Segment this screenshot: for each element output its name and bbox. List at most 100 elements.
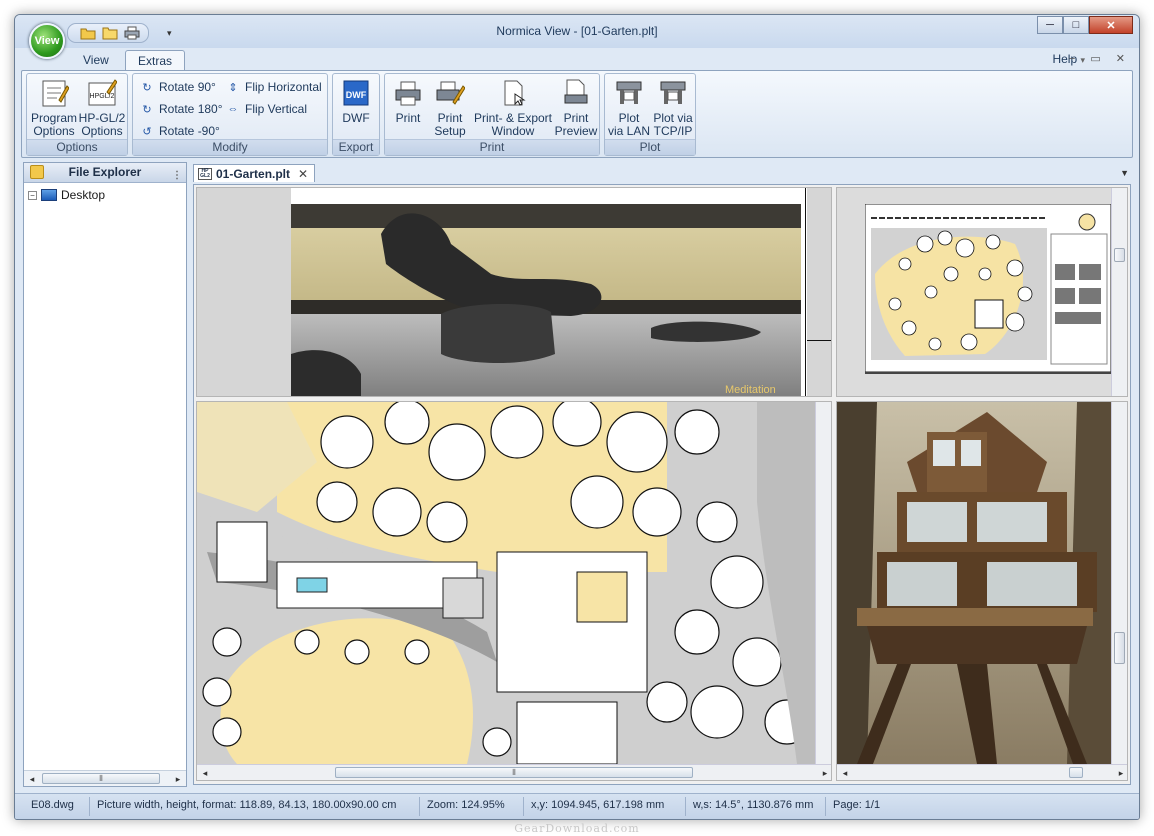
pane-garden-plan[interactable]: ◂ ⦀ ▸ (196, 401, 832, 781)
group-print-label: Print (385, 139, 599, 155)
hpgl2-options-icon: HPGL/2 (86, 77, 118, 109)
print-button[interactable]: Print (387, 77, 429, 125)
plan-overview-vertical-scrollbar[interactable] (1111, 188, 1127, 396)
treehouse-horizontal-scrollbar[interactable]: ◂ ▸ (837, 764, 1127, 780)
window-title: Normica View - [01-Garten.plt] (496, 24, 658, 38)
plot-via-tcpip-label-2: TCP/IP (653, 124, 693, 138)
print-export-window-icon (497, 77, 529, 109)
minimize-button[interactable]: ─ (1037, 16, 1063, 34)
photo-caption: Meditation (725, 384, 776, 396)
plan-horizontal-scrollbar[interactable]: ◂ ⦀ ▸ (197, 764, 831, 780)
printer-icon (392, 77, 424, 109)
hpgl2-options-button[interactable]: HPGL/2 HP-GL/2 Options (77, 77, 127, 138)
scroll-left-icon[interactable]: ◂ (24, 771, 40, 787)
tree-expander-icon[interactable]: − (28, 190, 37, 200)
program-options-button[interactable]: Program Options (29, 77, 79, 138)
rock-garden-photo (291, 204, 801, 396)
flip-horizontal-icon: ⇕ (228, 81, 238, 94)
status-divider (523, 797, 524, 816)
scrollbar-thumb[interactable] (1069, 767, 1083, 778)
group-options-label: Options (27, 139, 127, 155)
rotate-180-icon: ↻ (142, 103, 152, 116)
app-window: View ▾ Normica View - [01-Garten.plt] ─ … (14, 14, 1140, 820)
plot-via-tcpip-button[interactable]: Plot via TCP/IP (651, 77, 695, 138)
status-bar: E08.dwg Picture width, height, format: 1… (15, 793, 1139, 819)
print-setup-label-2: Setup (434, 124, 466, 138)
document-tab-label: 01-Garten.plt (216, 166, 291, 181)
group-export-label: Export (333, 139, 379, 155)
tab-list-dropdown-icon[interactable]: ▼ (1120, 168, 1129, 178)
close-button[interactable]: ✕ (1089, 16, 1133, 34)
close-tab-icon[interactable]: ✕ (298, 167, 308, 181)
status-picture-info: Picture width, height, format: 118.89, 8… (97, 799, 397, 811)
scroll-right-icon[interactable]: ▸ (817, 765, 831, 780)
group-options: Program Options HPGL/2 HP-GL/2 Options O… (26, 73, 128, 156)
plot-via-lan-button[interactable]: Plot via LAN (607, 77, 651, 138)
rotate-90-label: Rotate 90° (159, 80, 216, 94)
pane-treehouse[interactable]: ◂ ▸ (836, 401, 1128, 781)
group-modify: ↻ Rotate 90° ↻ Rotate 180° ↺ Rotate -90°… (132, 73, 328, 156)
scroll-right-icon[interactable]: ▸ (170, 771, 186, 787)
rotate-minus-90-icon: ↺ (142, 125, 152, 138)
plotter-tcpip-icon (657, 77, 689, 109)
mdi-controls[interactable]: − ▭ ✕ (1069, 52, 1131, 65)
app-orb-button[interactable]: View (29, 23, 65, 59)
rotate-180-label: Rotate 180° (159, 102, 223, 116)
plot-via-lan-label-2: via LAN (607, 124, 651, 138)
explorer-horizontal-scrollbar[interactable]: ◂ ⦀ ▸ (24, 770, 186, 786)
document-tab[interactable]: HP GL2 01-Garten.plt ✕ (193, 164, 316, 182)
scrollbar-thumb[interactable] (1114, 248, 1125, 262)
treehouse-vertical-scrollbar[interactable] (1111, 402, 1127, 764)
status-divider (685, 797, 686, 816)
rotate-minus-90-label: Rotate -90° (159, 124, 220, 138)
flip-horizontal-button[interactable]: ⇕ Flip Horizontal (225, 78, 322, 96)
print-preview-label-2: Preview (554, 124, 598, 138)
plotter-lan-icon (613, 77, 645, 109)
garden-plan-drawing (197, 402, 831, 764)
scroll-right-icon[interactable]: ▸ (1113, 765, 1127, 780)
status-zoom: Zoom: 124.95% (427, 799, 505, 811)
status-divider (825, 797, 826, 816)
print-preview-button[interactable]: Print Preview (553, 77, 599, 138)
pane-plan-overview[interactable] (836, 187, 1128, 397)
scroll-left-icon[interactable]: ◂ (197, 765, 213, 780)
group-plot-label: Plot (605, 139, 695, 155)
tree-item-desktop[interactable]: − Desktop (28, 188, 105, 202)
scrollbar-thumb[interactable]: ⦀ (335, 767, 693, 778)
group-export: DWF DWF Export (332, 73, 380, 156)
tab-view[interactable]: View (71, 50, 121, 71)
flip-horizontal-label: Flip Horizontal (245, 80, 322, 94)
pane-rock-garden[interactable]: Meditation (196, 187, 832, 397)
scrollbar-thumb[interactable] (1114, 632, 1125, 664)
scroll-left-icon[interactable]: ◂ (837, 765, 853, 780)
rotate-180-button[interactable]: ↻ Rotate 180° (139, 100, 223, 118)
status-page: Page: 1/1 (833, 799, 881, 811)
frame-line (807, 340, 831, 341)
flip-vertical-button[interactable]: ⇔ Flip Vertical (225, 100, 308, 118)
group-plot: Plot via LAN Plot via TCP/IP Plot (604, 73, 696, 156)
rotate-90-icon: ↻ (142, 81, 152, 94)
hpgl2-options-label-2: Options (81, 124, 123, 138)
plot-viewer[interactable]: Meditation ◂ ⦀ ▸ ◂ ▸ (193, 184, 1131, 785)
print-label: Print (395, 111, 421, 125)
scrollbar-thumb[interactable]: ⦀ (42, 773, 160, 784)
plan-vertical-scrollbar[interactable] (815, 402, 831, 764)
print-export-window-button[interactable]: Print- & Export Window (471, 77, 555, 138)
dwf-icon: DWF (340, 77, 372, 109)
dwf-export-button[interactable]: DWF DWF (333, 77, 379, 125)
tab-extras[interactable]: Extras (125, 50, 186, 71)
watermark: GearDownload.com (514, 822, 640, 835)
rotate-minus-90-button[interactable]: ↺ Rotate -90° (139, 122, 220, 140)
file-explorer-panel: File Explorer ⋮ − Desktop ◂ ⦀ ▸ (23, 162, 187, 787)
rotate-90-button[interactable]: ↻ Rotate 90° (139, 78, 216, 96)
panel-grip-icon[interactable]: ⋮ (172, 166, 182, 185)
maximize-button[interactable]: □ (1063, 16, 1089, 34)
print-setup-icon (434, 77, 466, 109)
status-divider (419, 797, 420, 816)
status-angle: w,s: 14.5°, 1130.876 mm (693, 799, 814, 811)
plan-thumbnail (865, 204, 1111, 372)
print-export-window-label-2: Window (491, 124, 535, 138)
print-setup-button[interactable]: Print Setup (429, 77, 471, 138)
app-orb-label: View (34, 35, 60, 47)
ribbon-tabs: View Extras Help ▾ − ▭ ✕ (15, 48, 1139, 71)
